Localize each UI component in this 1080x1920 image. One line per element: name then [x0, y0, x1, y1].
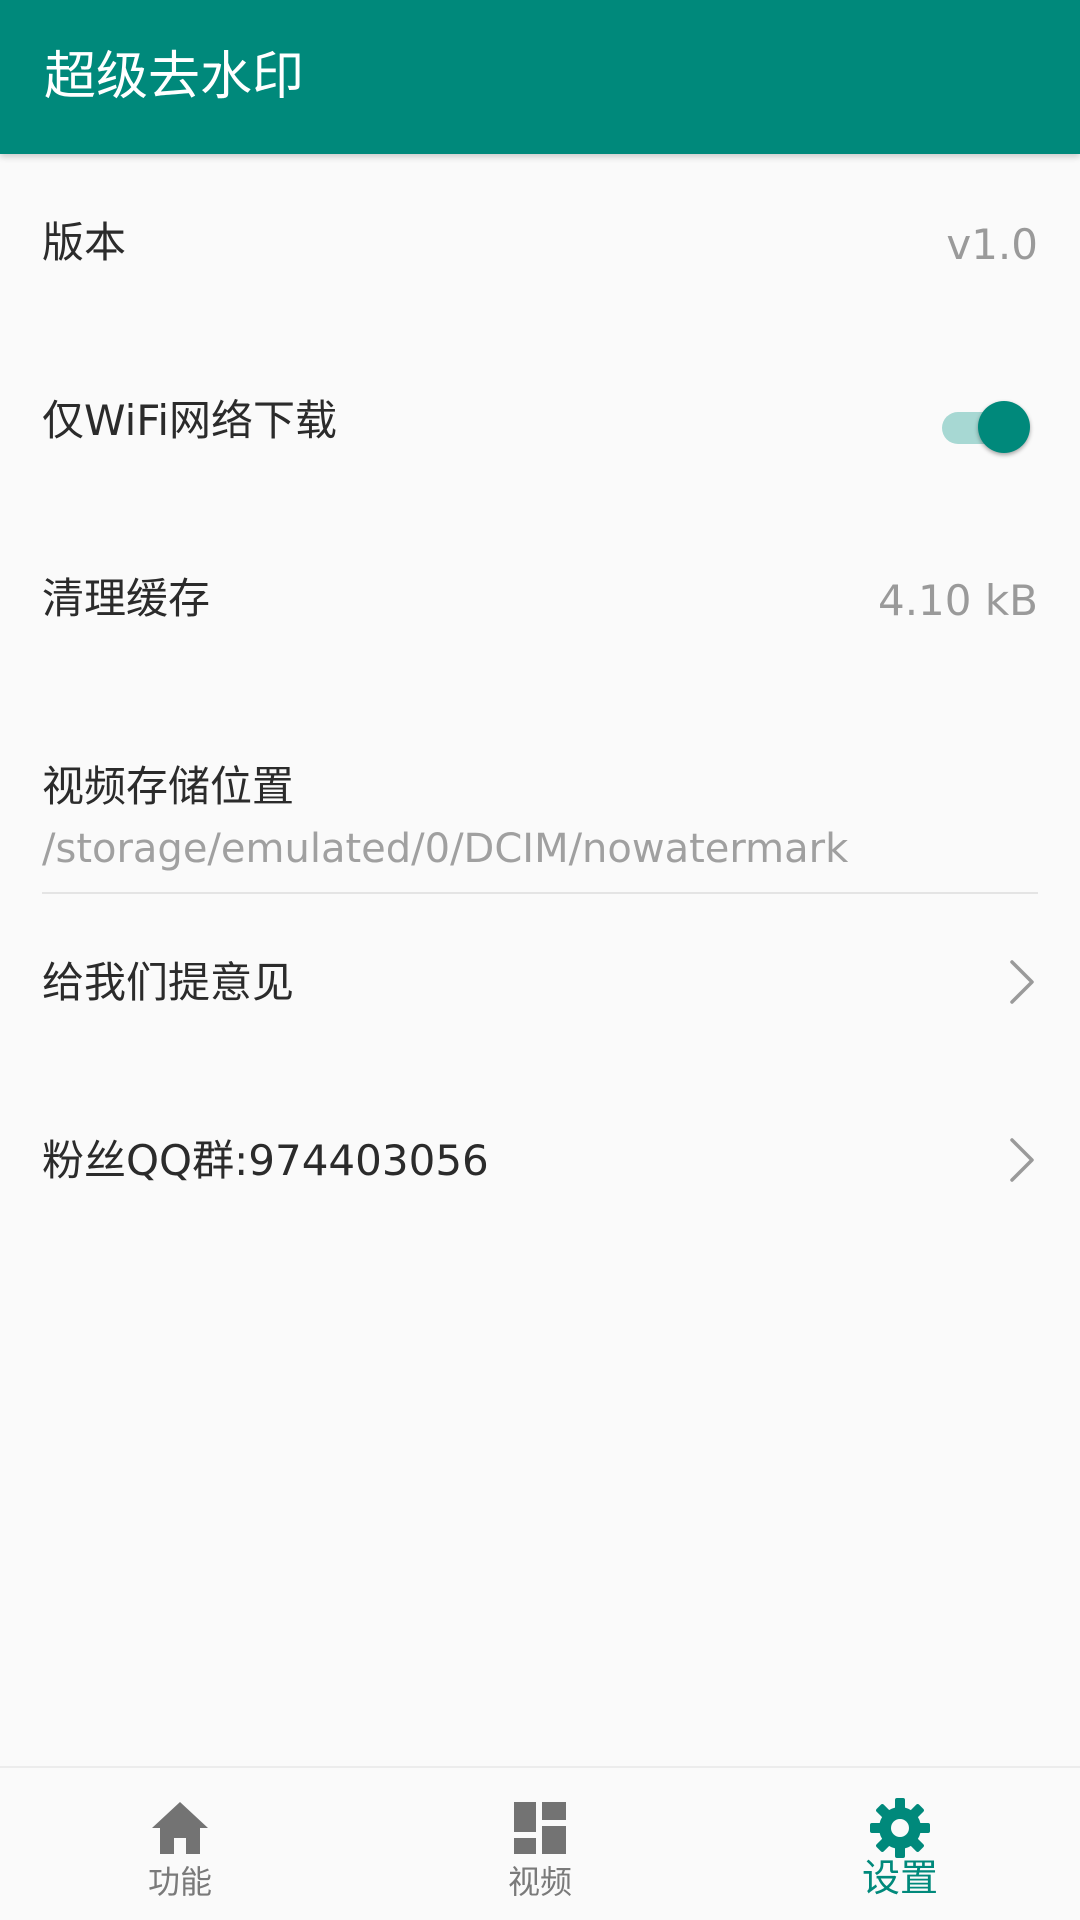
settings-list: 版本 v1.0 仅WiFi网络下载 清理缓存 4.10 kB 视频存储位置 /s… [0, 154, 1080, 1250]
storage-path-value: /storage/emulated/0/DCIM/nowatermark [42, 826, 849, 872]
clear-cache-label: 清理缓存 [42, 574, 211, 623]
version-value: v1.0 [946, 220, 1038, 269]
settings-row-wifi-only[interactable]: 仅WiFi网络下载 [0, 332, 1080, 510]
nav-label-settings: 设置 [861, 1856, 938, 1900]
nav-item-features[interactable]: 功能 [0, 1768, 360, 1920]
bottom-navigation: 功能 视频 设置 [0, 1766, 1080, 1920]
home-icon [152, 1802, 208, 1854]
nav-item-settings[interactable]: 设置 [720, 1768, 1080, 1920]
wifi-only-toggle[interactable] [940, 398, 1030, 454]
settings-row-qq-group[interactable]: 粉丝QQ群:974403056 [0, 1072, 1080, 1250]
app-screen: 超级去水印 版本 v1.0 仅WiFi网络下载 清理缓存 4.10 kB 视频存… [0, 0, 1080, 1920]
nav-label-videos: 视频 [507, 1863, 572, 1901]
nav-item-videos[interactable]: 视频 [360, 1768, 720, 1920]
chevron-right-icon [1010, 1138, 1034, 1182]
dashboard-icon [514, 1802, 566, 1854]
wifi-only-label: 仅WiFi网络下载 [42, 396, 338, 445]
toggle-thumb [978, 401, 1030, 453]
app-title: 超级去水印 [44, 47, 305, 107]
nav-label-features: 功能 [147, 1863, 212, 1901]
settings-row-version: 版本 v1.0 [0, 154, 1080, 332]
cache-size-value: 4.10 kB [877, 576, 1038, 625]
storage-location-label: 视频存储位置 [42, 762, 295, 811]
qq-group-label: 粉丝QQ群:974403056 [42, 1136, 489, 1185]
version-label: 版本 [42, 218, 127, 267]
settings-row-feedback[interactable]: 给我们提意见 [0, 894, 1080, 1072]
settings-row-storage-location[interactable]: 视频存储位置 /storage/emulated/0/DCIM/nowaterm… [0, 688, 1080, 894]
app-bar: 超级去水印 [0, 0, 1080, 154]
settings-row-clear-cache[interactable]: 清理缓存 4.10 kB [0, 510, 1080, 688]
gear-icon [870, 1798, 930, 1858]
chevron-right-icon [1010, 960, 1034, 1004]
feedback-label: 给我们提意见 [42, 958, 295, 1007]
